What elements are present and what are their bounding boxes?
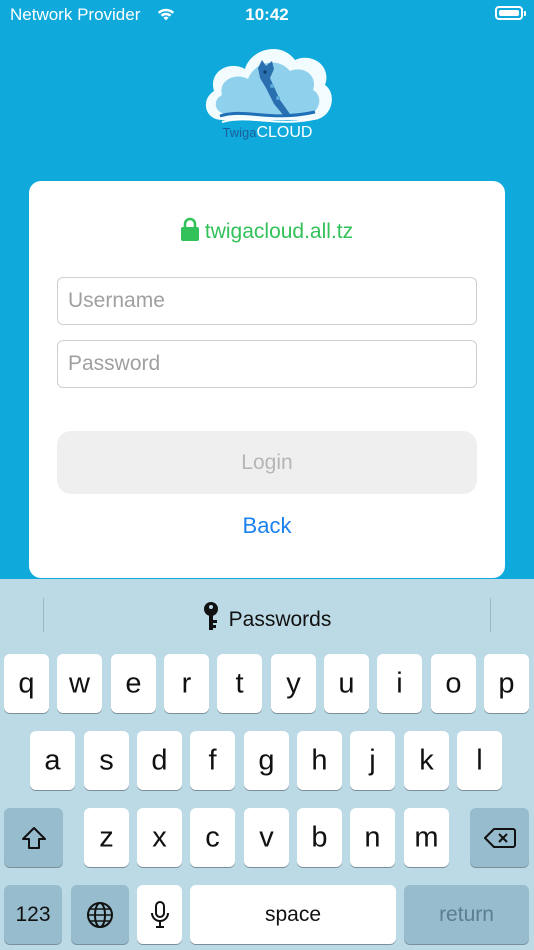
key-w[interactable]: w <box>57 654 102 713</box>
secure-domain: twigacloud.all.tz <box>29 217 505 247</box>
key-label: x <box>152 821 167 853</box>
key-label: j <box>369 744 376 776</box>
key-label: h <box>311 744 328 776</box>
key-label: z <box>99 821 114 853</box>
key-label: o <box>445 667 462 699</box>
key-label: y <box>286 667 301 699</box>
globe-key[interactable] <box>71 885 129 944</box>
key-f[interactable]: f <box>190 731 235 790</box>
return-key[interactable]: return <box>404 885 529 944</box>
key-icon <box>203 602 219 638</box>
key-h[interactable]: h <box>297 731 342 790</box>
key-label: w <box>69 667 90 699</box>
login-card: twigacloud.all.tz Login Back <box>29 181 505 578</box>
back-link[interactable]: Back <box>29 513 505 539</box>
key-n[interactable]: n <box>350 808 395 867</box>
key-j[interactable]: j <box>350 731 395 790</box>
dictation-key[interactable] <box>137 885 182 944</box>
key-e[interactable]: e <box>111 654 156 713</box>
numbers-key[interactable]: 123 <box>4 885 62 944</box>
key-label: return <box>439 902 494 926</box>
key-g[interactable]: g <box>244 731 289 790</box>
key-r[interactable]: r <box>164 654 209 713</box>
globe-icon <box>71 901 129 929</box>
password-input[interactable] <box>57 340 477 388</box>
key-k[interactable]: k <box>404 731 449 790</box>
logo-wordmark: TwigaCLOUD <box>200 124 335 142</box>
key-y[interactable]: y <box>271 654 316 713</box>
username-input[interactable] <box>57 277 477 325</box>
key-x[interactable]: x <box>137 808 182 867</box>
key-label: a <box>44 744 61 776</box>
key-l[interactable]: l <box>457 731 502 790</box>
lock-icon <box>180 217 199 247</box>
key-v[interactable]: v <box>244 808 289 867</box>
key-q[interactable]: q <box>4 654 49 713</box>
key-label: t <box>235 667 244 699</box>
key-label: p <box>498 667 515 699</box>
key-d[interactable]: d <box>137 731 182 790</box>
battery-icon <box>495 6 526 20</box>
key-p[interactable]: p <box>484 654 529 713</box>
key-a[interactable]: a <box>30 731 75 790</box>
key-label: e <box>125 667 142 699</box>
delete-key[interactable] <box>470 808 529 867</box>
logo-text-cloud: CLOUD <box>256 124 313 141</box>
status-bar: Network Provider 10:42 <box>0 0 534 30</box>
key-label: n <box>364 821 381 853</box>
key-c[interactable]: c <box>190 808 235 867</box>
key-u[interactable]: u <box>324 654 369 713</box>
passwords-bar: Passwords <box>0 579 534 651</box>
key-label: 123 <box>15 902 51 926</box>
key-s[interactable]: s <box>84 731 129 790</box>
key-label: q <box>18 667 35 699</box>
key-label: r <box>181 667 192 699</box>
key-b[interactable]: b <box>297 808 342 867</box>
key-label: b <box>311 821 328 853</box>
key-label: c <box>205 821 220 853</box>
passwords-label: Passwords <box>228 608 332 631</box>
key-z[interactable]: z <box>84 808 129 867</box>
key-label: k <box>419 744 434 776</box>
passwords-button[interactable]: Passwords <box>0 602 534 638</box>
key-o[interactable]: o <box>431 654 476 713</box>
key-label: u <box>338 667 355 699</box>
key-label: space <box>264 902 322 926</box>
key-label: s <box>99 744 114 776</box>
key-label: g <box>258 744 275 776</box>
key-label: f <box>208 744 217 776</box>
key-label: i <box>396 667 403 699</box>
logo-text-twiga: Twiga <box>222 125 257 140</box>
key-label: l <box>476 744 483 776</box>
shift-key[interactable] <box>4 808 63 867</box>
login-button[interactable]: Login <box>57 431 477 494</box>
key-label: d <box>151 744 168 776</box>
shift-icon <box>4 826 63 850</box>
key-label: m <box>414 821 439 853</box>
key-t[interactable]: t <box>217 654 262 713</box>
key-m[interactable]: m <box>404 808 449 867</box>
space-key[interactable]: space <box>190 885 396 944</box>
domain-text: twigacloud.all.tz <box>204 220 354 243</box>
key-i[interactable]: i <box>377 654 422 713</box>
key-label: v <box>259 821 274 853</box>
microphone-icon <box>137 900 182 929</box>
clock: 10:42 <box>245 5 289 24</box>
keyboard: Passwords q w e r t y u i o p a s d f g … <box>0 579 534 950</box>
backspace-icon <box>470 827 529 849</box>
